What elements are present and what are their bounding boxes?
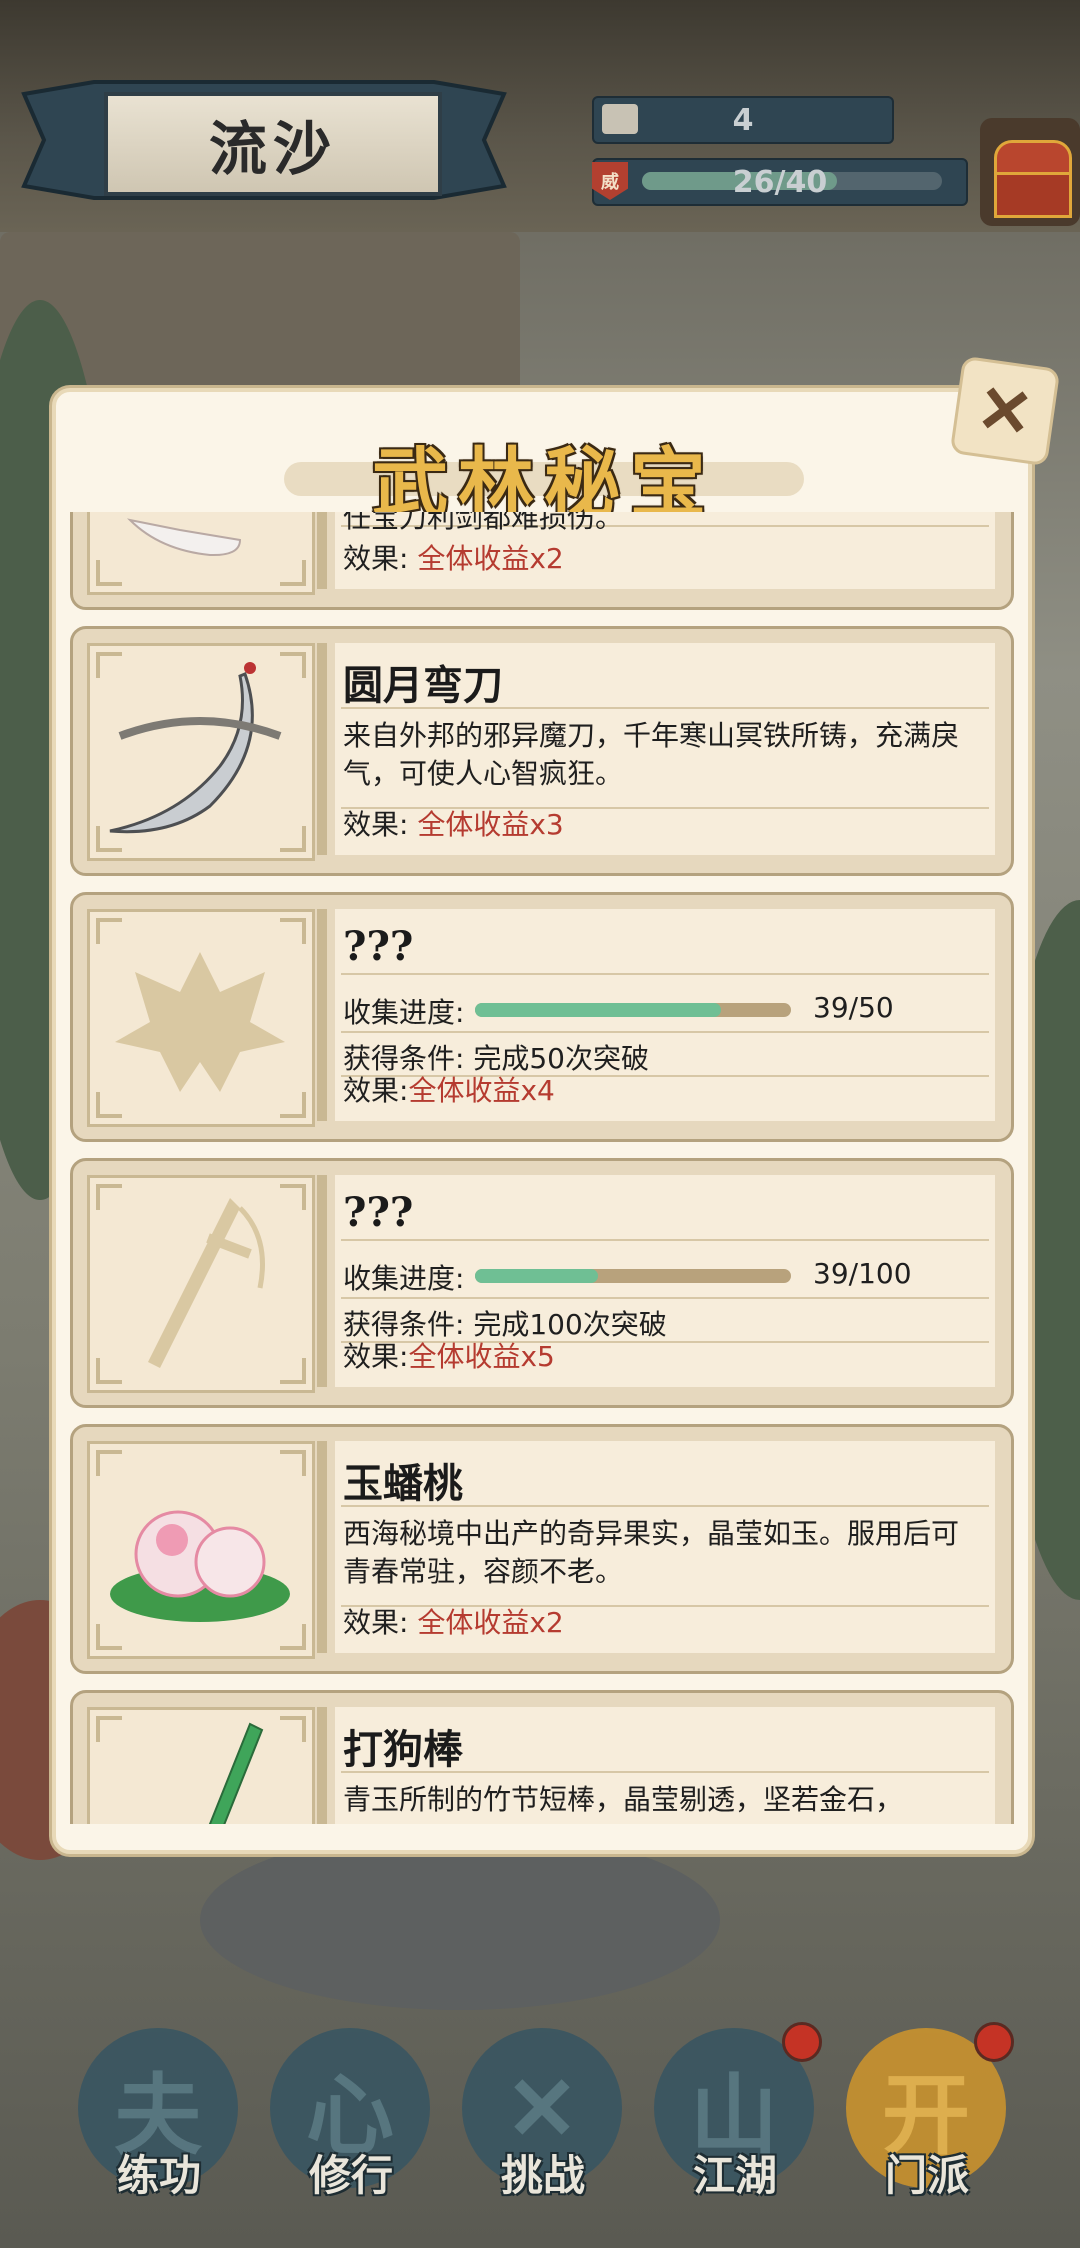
nav-train[interactable]: 夫 练功 bbox=[74, 2022, 244, 2222]
treasure-card[interactable]: 玉蟠桃 西海秘境中出产的奇异果实，晶莹如玉。服用后可青春常驻，容颜不老。 效果:… bbox=[70, 1424, 1014, 1674]
locked-sword-silhouette-icon bbox=[148, 1198, 265, 1368]
prestige-bar: 威 26/40 bbox=[592, 158, 968, 206]
hand-icon bbox=[126, 518, 242, 557]
treasure-card-locked[interactable]: ??? 收集进度: 39/50 获得条件: 完成50次突破 效果:全体收益x4 bbox=[70, 892, 1014, 1142]
nav-jianghu[interactable]: 山 江湖 bbox=[650, 2022, 822, 2222]
effect-value: 全体收益x2 bbox=[417, 1606, 564, 1639]
info-rule bbox=[341, 707, 989, 709]
item-effect: 效果:全体收益x5 bbox=[343, 1335, 555, 1375]
item-desc: 青玉所制的竹节短棒，晶莹剔透，坚若金石， bbox=[343, 1783, 904, 1816]
curved-sabre-icon bbox=[109, 662, 282, 834]
item-image-frame bbox=[87, 643, 315, 861]
info-rule bbox=[341, 1771, 989, 1773]
effect-value: 全体收益x5 bbox=[408, 1340, 555, 1373]
locked-lotus-silhouette-icon bbox=[115, 952, 285, 1092]
nav-label: 练功 bbox=[116, 2151, 201, 2200]
item-image-frame bbox=[87, 1707, 315, 1824]
bottom-nav: 夫 练功 心 修行 ✕ 挑战 山 江湖 开 门派 bbox=[0, 1994, 1080, 2248]
item-effect: 效果: 全体收益x2 bbox=[343, 1601, 564, 1641]
currency-value: 4 bbox=[732, 102, 754, 138]
effect-value: 全体收益x2 bbox=[417, 542, 564, 575]
item-effect: 效果: 全体收益x2 bbox=[343, 537, 564, 577]
item-info: 圆月弯刀 来自外邦的邪异魔刀，千年寒山冥铁所铸，充满戾气，可使人心智疯狂。 效果… bbox=[335, 643, 995, 855]
item-name: 玉蟠桃 bbox=[343, 1460, 463, 1507]
close-x-icon: ✕ bbox=[972, 368, 1038, 454]
currency-bar: 4 bbox=[592, 96, 894, 144]
nav-challenge[interactable]: ✕ 挑战 bbox=[458, 2022, 628, 2222]
treasure-card[interactable]: 圆月弯刀 来自外邦的邪异魔刀，千年寒山冥铁所铸，充满戾气，可使人心智疯狂。 效果… bbox=[70, 626, 1014, 876]
treasure-chest-icon[interactable] bbox=[980, 118, 1080, 226]
nav-label: 挑战 bbox=[500, 2151, 585, 2200]
effect-label: 效果: bbox=[343, 1340, 409, 1373]
location-plate: 流沙 bbox=[14, 74, 514, 206]
silver-ingot-icon bbox=[602, 104, 638, 134]
treasure-list[interactable]: 任宝刀利剑都难损伤。 效果: 全体收益x2 圆月弯刀 来自外邦的邪异魔刀，千年寒… bbox=[66, 512, 1014, 1824]
nav-sect[interactable]: 开 门派 bbox=[842, 2022, 1014, 2222]
collect-progress-fill bbox=[475, 1003, 722, 1017]
collect-progress-fill bbox=[475, 1269, 599, 1283]
chest-box bbox=[994, 172, 1072, 218]
treasure-card-locked[interactable]: ??? 收集进度: 39/100 获得条件: 完成100次突破 效果:全体收益x… bbox=[70, 1158, 1014, 1408]
effect-label: 效果: bbox=[343, 1074, 409, 1107]
item-desc: 任宝刀利剑都难损伤。 bbox=[343, 512, 624, 534]
progress-text: 39/50 bbox=[813, 991, 894, 1024]
effect-value: 全体收益x4 bbox=[408, 1074, 555, 1107]
item-info: ??? 收集进度: 39/100 获得条件: 完成100次突破 效果:全体收益x… bbox=[335, 1175, 995, 1387]
card-divider bbox=[317, 512, 327, 589]
nav-label: 门派 bbox=[884, 2151, 969, 2200]
item-name: ??? bbox=[343, 923, 414, 970]
nav-label: 江湖 bbox=[692, 2151, 777, 2200]
card-divider bbox=[317, 643, 327, 855]
info-rule bbox=[341, 1297, 989, 1299]
info-rule bbox=[341, 1031, 989, 1033]
info-rule bbox=[341, 973, 989, 975]
item-name: ??? bbox=[343, 1189, 414, 1236]
info-rule bbox=[341, 1505, 989, 1507]
item-name: 打狗棒 bbox=[343, 1726, 463, 1773]
progress-label: 收集进度: bbox=[343, 996, 465, 1029]
effect-label: 效果: bbox=[343, 542, 418, 575]
card-divider bbox=[317, 909, 327, 1121]
info-rule bbox=[341, 1239, 989, 1241]
prestige-text: 26/40 bbox=[732, 164, 828, 200]
item-info: 玉蟠桃 西海秘境中出产的奇异果实，晶莹如玉。服用后可青春常驻，容颜不老。 效果:… bbox=[335, 1441, 995, 1653]
item-desc: 西海秘境中出产的奇异果实，晶莹如玉。服用后可青春常驻，容颜不老。 bbox=[343, 1517, 960, 1588]
item-info: ??? 收集进度: 39/50 获得条件: 完成50次突破 效果:全体收益x4 bbox=[335, 909, 995, 1121]
item-effect: 效果: 全体收益x3 bbox=[343, 803, 564, 843]
item-desc: 来自外邦的邪异魔刀，千年寒山冥铁所铸，充满戾气，可使人心智疯狂。 bbox=[343, 719, 960, 790]
card-divider bbox=[317, 1175, 327, 1387]
item-image-frame bbox=[87, 512, 315, 595]
item-effect: 效果:全体收益x4 bbox=[343, 1069, 555, 1109]
collect-progress-bar bbox=[475, 1269, 791, 1283]
effect-value: 全体收益x3 bbox=[417, 808, 564, 841]
progress-text: 39/100 bbox=[813, 1257, 912, 1290]
close-button[interactable]: ✕ bbox=[949, 355, 1061, 467]
card-divider bbox=[317, 1441, 327, 1653]
item-image-frame bbox=[87, 909, 315, 1127]
effect-label: 效果: bbox=[343, 808, 418, 841]
item-name: 圆月弯刀 bbox=[343, 662, 503, 709]
bamboo-staff-icon bbox=[208, 1722, 264, 1824]
jade-peach-icon bbox=[110, 1510, 290, 1622]
item-image-frame bbox=[87, 1175, 315, 1393]
scenery-rocks bbox=[200, 1830, 720, 2010]
item-image-frame bbox=[87, 1441, 315, 1659]
effect-label: 效果: bbox=[343, 1606, 418, 1639]
progress-label: 收集进度: bbox=[343, 1262, 465, 1295]
item-info: 任宝刀利剑都难损伤。 效果: 全体收益x2 bbox=[335, 512, 995, 589]
nav-cultivate[interactable]: 心 修行 bbox=[266, 2022, 436, 2222]
treasure-card-partial[interactable]: 任宝刀利剑都难损伤。 效果: 全体收益x2 bbox=[70, 512, 1014, 610]
nav-label: 修行 bbox=[308, 2151, 393, 2200]
prestige-badge: 威 bbox=[592, 162, 628, 200]
location-title: 流沙 bbox=[104, 92, 442, 196]
item-info: 打狗棒 青玉所制的竹节短棒，晶莹剔透，坚若金石， bbox=[335, 1707, 995, 1824]
notification-dot bbox=[782, 2022, 822, 2062]
notification-dot bbox=[974, 2022, 1014, 2062]
card-divider bbox=[317, 1707, 327, 1824]
treasure-card[interactable]: 打狗棒 青玉所制的竹节短棒，晶莹剔透，坚若金石， bbox=[70, 1690, 1014, 1824]
collect-progress-bar bbox=[475, 1003, 791, 1017]
